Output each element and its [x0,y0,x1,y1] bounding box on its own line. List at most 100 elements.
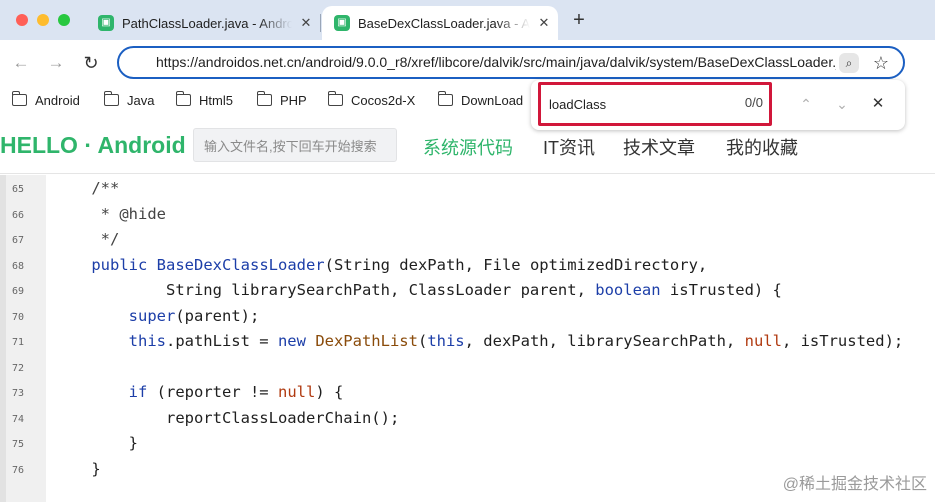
android-favicon-icon: ▣ [334,15,350,31]
browser-window: ▣ PathClassLoader.java - Android ✕ ▣ Bas… [0,0,935,502]
code-viewer: 65 /** 66 * @hide 67 */68 public BaseDexCl… [0,175,935,502]
line-number[interactable]: 71 [12,337,38,348]
tab-title: BaseDexClassLoader.java - Android [358,15,530,31]
code-token: .pathList = [165,332,278,350]
code-text: } [54,434,138,452]
line-number[interactable]: 72 [12,363,38,374]
code-text: reportClassLoaderChain(); [54,409,399,427]
zoom-search-icon[interactable]: ⌕ [839,53,859,73]
code-line: 75 } [0,432,935,458]
code-token: null [277,383,316,401]
watermark: @稀土掘金技术社区 [782,476,927,493]
window-close-button[interactable] [16,14,28,26]
bookmark-php[interactable]: PHP [256,86,307,114]
bookmark-html5[interactable]: Html5 [175,86,233,114]
tab-close-icon[interactable]: ✕ [292,15,320,31]
bookmark-download[interactable]: DownLoad [437,86,524,114]
tab-title: PathClassLoader.java - Android [122,15,292,31]
code-line: 71 this.pathList = new DexPathList(this,… [0,330,935,356]
find-input[interactable] [549,95,729,113]
url-text[interactable]: https://androidos.net.cn/android/9.0.0_r… [156,48,836,77]
line-number[interactable]: 69 [12,286,38,297]
code-text: this.pathList = new DexPathList(this, de… [54,332,904,350]
window-zoom-button[interactable] [58,14,70,26]
code-token: } [54,459,101,478]
code-text: public BaseDexClassLoader(String dexPath… [54,256,707,274]
code-token: super [128,306,176,325]
reload-button[interactable]: ↻ [80,52,102,74]
bookmark-android[interactable]: Android [11,86,80,114]
nav-favorites[interactable]: 我的收藏 [726,134,798,160]
code-token: boolean [595,281,661,299]
line-number[interactable]: 67 [12,235,38,246]
code-token: , isTrusted); [781,332,904,350]
bookmark-star-icon[interactable]: ☆ [869,51,893,75]
code-token: if [128,383,148,401]
find-previous-button[interactable]: ⌃ [795,93,817,115]
site-logo[interactable]: HELLO · Android [0,132,186,159]
line-number[interactable]: 74 [12,414,38,425]
code-text: super(parent); [54,306,260,325]
code-line: 69 String librarySearchPath, ClassLoader… [0,279,935,305]
android-favicon-icon: ▣ [98,15,114,31]
bookmark-label: Android [35,92,80,108]
code-token: DexPathList [315,332,418,350]
code-line: 68 public BaseDexClassLoader(String dexP… [0,254,935,280]
code-text: String librarySearchPath, ClassLoader pa… [54,281,782,299]
find-match-count: 0/0 [744,95,763,110]
nav-source-code[interactable]: 系统源代码 [423,134,513,160]
line-number[interactable]: 75 [12,439,38,450]
code-token: ) { [315,383,344,401]
forward-button[interactable]: → [45,52,67,74]
line-number[interactable]: 68 [12,261,38,272]
tab-pathclassloader[interactable]: ▣ PathClassLoader.java - Android ✕ [86,6,320,40]
code-token: null [744,332,782,350]
nav-tech-articles[interactable]: 技术文章 [623,134,695,160]
find-close-button[interactable]: ✕ [867,93,889,115]
code-token: isTrusted) { [660,281,782,299]
code-line: 65 /** [0,177,935,203]
line-number[interactable]: 66 [12,210,38,221]
find-next-button[interactable]: ⌄ [831,93,853,115]
folder-icon [11,91,27,106]
site-search-input[interactable] [204,136,390,156]
tab-close-icon[interactable]: ✕ [530,15,558,31]
line-number[interactable]: 76 [12,465,38,476]
tab-strip: ▣ PathClassLoader.java - Android ✕ ▣ Bas… [0,0,935,40]
back-button[interactable]: ← [10,52,32,74]
code-line: 66 * @hide [0,203,935,229]
find-input-box[interactable]: 0/0 [538,82,772,126]
code-token: new [277,332,306,350]
bookmark-java[interactable]: Java [103,86,154,114]
tab-basedexclassloader[interactable]: ▣ BaseDexClassLoader.java - Android ✕ [322,6,558,40]
code-text: * @hide [54,205,166,223]
address-bar[interactable]: https://androidos.net.cn/android/9.0.0_r… [117,46,905,79]
code-token: (parent); [175,306,260,325]
site-search-box[interactable] [193,128,397,162]
code-token: * @hide [54,204,166,223]
bookmark-label: DownLoad [461,92,524,108]
new-tab-button[interactable]: + [567,8,591,32]
tab-separator [320,14,321,32]
code-token: , dexPath, librarySearchPath, [464,332,745,350]
line-number[interactable]: 70 [12,312,38,323]
code-text: } [54,459,101,478]
code-token: } [54,434,138,452]
code-token: ( [417,332,428,350]
bookmark-cocos2dx[interactable]: Cocos2d-X [327,86,415,114]
window-minimize-button[interactable] [37,14,49,26]
folder-icon [175,91,191,106]
code-token: (reporter != [147,383,278,401]
line-number[interactable]: 65 [12,184,38,195]
code-text: */ [54,230,120,248]
bookmark-label: PHP [280,92,307,108]
nav-it-news[interactable]: IT资讯 [543,134,595,160]
code-line: 67 */ [0,228,935,254]
line-number[interactable]: 73 [12,388,38,399]
code-line: 70 super(parent); [0,305,935,331]
